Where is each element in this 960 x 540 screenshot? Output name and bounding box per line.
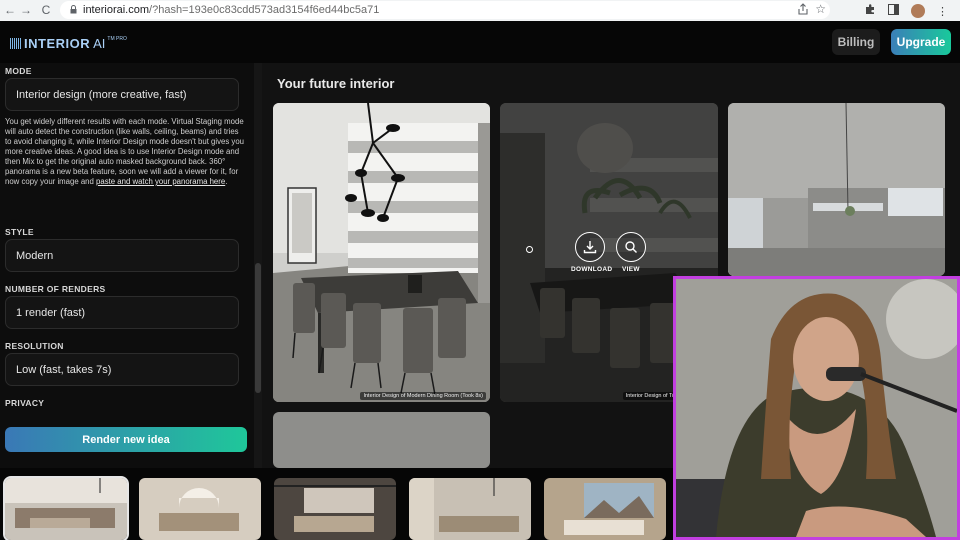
render-card-loading[interactable] xyxy=(273,412,490,468)
magnifier-icon xyxy=(625,241,637,253)
results-title: Your future interior xyxy=(277,76,395,91)
forward-icon[interactable]: → xyxy=(16,3,36,17)
cursor-icon xyxy=(526,246,533,253)
mode-description: You get widely different results with ea… xyxy=(5,117,245,187)
presenter-video xyxy=(676,279,957,537)
download-icon xyxy=(583,241,597,254)
thumbnail-living-room-2[interactable] xyxy=(139,478,261,540)
mode-description-text: You get widely different results with ea… xyxy=(5,117,245,186)
billing-button[interactable]: Billing xyxy=(832,29,880,55)
style-label: STYLE xyxy=(5,227,34,237)
view-label: VIEW xyxy=(622,266,640,273)
logo-bars-icon xyxy=(10,38,21,49)
style-select[interactable]: Modern xyxy=(5,239,239,272)
sidebar-scroll-thumb[interactable] xyxy=(255,263,261,393)
url-host: interiorai.com xyxy=(83,4,150,16)
resolution-label: RESOLUTION xyxy=(5,341,64,351)
sidebar-scrollbar[interactable] xyxy=(254,63,262,468)
mode-description-suffix: . xyxy=(225,177,228,186)
grey-dining-room-image xyxy=(728,103,945,276)
extensions-icon[interactable] xyxy=(865,2,876,20)
lock-icon xyxy=(70,4,77,16)
interior-ai-logo[interactable]: INTERIOR AI TM PRO xyxy=(10,36,127,51)
logo-text: INTERIOR xyxy=(24,36,91,51)
thumbnail-living-room-1[interactable] xyxy=(3,476,129,540)
share-icon[interactable] xyxy=(798,3,808,18)
thumbnail-living-room-3[interactable] xyxy=(274,478,396,540)
address-bar[interactable]: interiorai.com/?hash=193e0c83cdd573ad315… xyxy=(60,1,830,19)
panorama-link[interactable]: paste and watch your panorama here xyxy=(96,177,225,186)
logo-pro-badge: TM PRO xyxy=(107,35,127,42)
download-button[interactable] xyxy=(575,232,605,262)
renders-label: NUMBER OF RENDERS xyxy=(5,284,106,294)
privacy-label: PRIVACY xyxy=(5,398,45,408)
upgrade-button[interactable]: Upgrade xyxy=(891,29,951,55)
sidebar-icon[interactable] xyxy=(888,2,899,20)
url-path: /?hash=193e0c83cdd573ad3154f6ed44bc5a71 xyxy=(149,4,380,16)
app-header: INTERIOR AI TM PRO xyxy=(0,21,960,63)
profile-avatar[interactable] xyxy=(911,4,925,18)
render-new-idea-button[interactable]: Render new idea xyxy=(5,427,247,452)
star-icon[interactable]: ☆ xyxy=(815,2,826,16)
render-card-modern-dining[interactable]: Interior Design of Modern Dining Room (T… xyxy=(273,103,490,402)
mode-select[interactable]: Interior design (more creative, fast) xyxy=(5,78,239,111)
reload-icon[interactable]: C xyxy=(36,3,56,17)
download-label: DOWNLOAD xyxy=(571,266,613,273)
thumbnail-living-room-4[interactable] xyxy=(409,478,531,540)
logo-ai: AI xyxy=(93,36,106,51)
thumbnail-living-room-5[interactable] xyxy=(544,478,666,540)
modern-dining-room-image xyxy=(273,103,490,402)
renders-select[interactable]: 1 render (fast) xyxy=(5,296,239,329)
render-caption: Interior Design of Modern Dining Room (T… xyxy=(360,392,486,400)
browser-toolbar: ← → C interiorai.com/?hash=193e0c83cdd57… xyxy=(0,0,960,21)
mode-label: MODE xyxy=(5,66,32,76)
view-button[interactable] xyxy=(616,232,646,262)
webcam-overlay xyxy=(673,276,960,540)
render-card-grey-dining[interactable] xyxy=(728,103,945,276)
more-menu-icon[interactable]: ⋮ xyxy=(937,5,948,18)
resolution-select[interactable]: Low (fast, takes 7s) xyxy=(5,353,239,386)
